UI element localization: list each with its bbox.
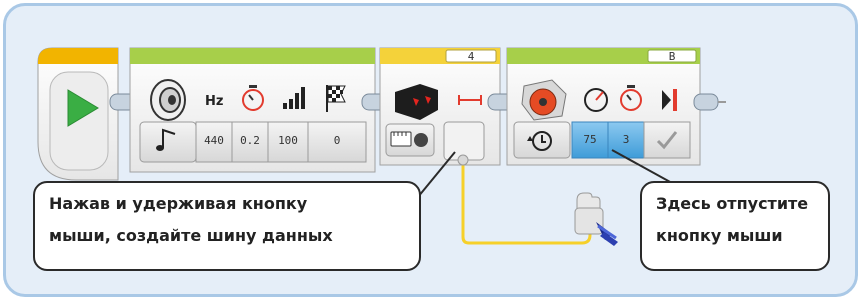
callout-create-data-wire: Нажав и удерживая кнопку мыши, создайте … — [33, 181, 421, 271]
sound-input-play-type[interactable]: 0 — [307, 121, 367, 163]
motor-input-brake[interactable] — [643, 121, 691, 159]
motor-mode-selector[interactable] — [513, 121, 571, 159]
sensor-mode-selector[interactable] — [385, 123, 435, 157]
svg-text:100: 100 — [278, 134, 298, 147]
speaker-icon — [150, 79, 186, 121]
callout-left-line1: Нажав и удерживая кнопку — [49, 194, 308, 213]
svg-text:0.2: 0.2 — [240, 134, 260, 147]
callout-right-line2: кнопку мыши — [656, 226, 783, 245]
svg-text:440: 440 — [204, 134, 224, 147]
sound-input-frequency[interactable]: 440 — [195, 121, 233, 163]
svg-text:0: 0 — [334, 134, 341, 147]
port-selector[interactable]: B — [647, 49, 697, 63]
frequency-hz-icon: Hz — [205, 94, 223, 109]
svg-text:B: B — [669, 50, 676, 63]
svg-text:4: 4 — [468, 50, 475, 63]
motor-input-speed[interactable]: 75 — [571, 121, 609, 159]
sequence-connector[interactable] — [693, 93, 726, 111]
port-selector[interactable]: 4 — [445, 49, 497, 63]
sound-input-duration[interactable]: 0.2 — [231, 121, 269, 163]
sensor-block[interactable]: 4 — [379, 47, 501, 166]
callout-right-line1: Здесь отпустите — [656, 194, 809, 213]
callout-left-line2: мыши, создайте шину данных — [49, 226, 333, 245]
start-block[interactable] — [37, 47, 119, 181]
sound-input-volume[interactable]: 100 — [267, 121, 309, 163]
svg-text:3: 3 — [623, 133, 630, 146]
data-wire[interactable] — [461, 165, 592, 245]
callout-release-mouse: Здесь отпустите кнопку мыши — [640, 181, 830, 271]
sound-block[interactable]: Hz 440 0.2 100 0 — [129, 47, 376, 173]
svg-text:75: 75 — [583, 133, 596, 146]
sound-mode-selector[interactable] — [139, 121, 197, 163]
motor-block[interactable]: B 75 3 — [506, 47, 701, 166]
motor-input-seconds[interactable]: 3 — [607, 121, 645, 159]
